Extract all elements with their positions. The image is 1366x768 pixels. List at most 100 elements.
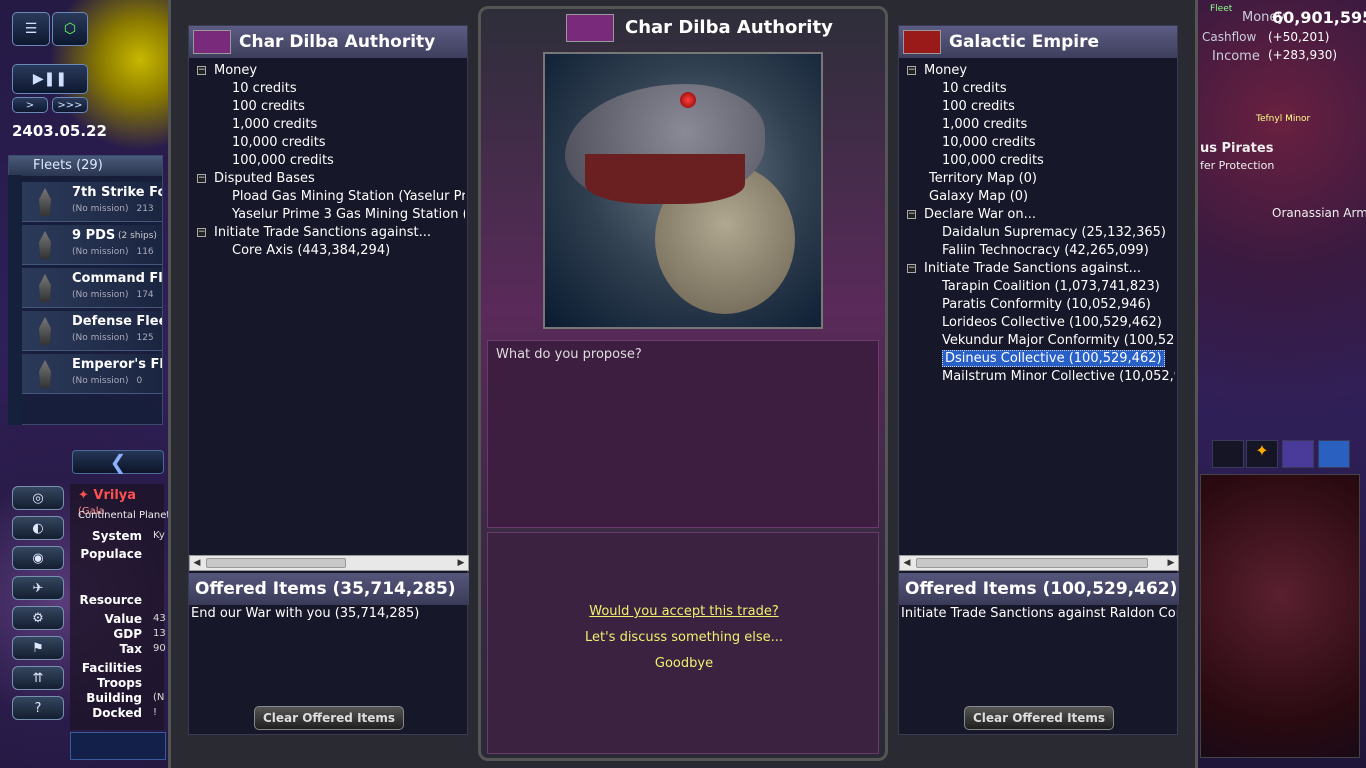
speed-slow-button[interactable]: > bbox=[12, 97, 48, 113]
planet-name-text: Vrilya bbox=[93, 488, 137, 503]
tree-item[interactable]: − Disputed Bases bbox=[197, 170, 315, 188]
tree-item[interactable]: 10 credits bbox=[232, 80, 297, 98]
tree-item[interactable]: 1,000 credits bbox=[232, 116, 317, 134]
tree-item-label: Faliin Technocracy (42,265,099) bbox=[942, 243, 1149, 258]
scroll-thumb[interactable] bbox=[206, 558, 346, 568]
map-label-pirates[interactable]: us Pirates bbox=[1200, 141, 1273, 156]
list-menu-icon[interactable]: ☰ bbox=[12, 12, 50, 46]
hex-help-icon[interactable]: ⬡ bbox=[52, 12, 88, 46]
tree-item[interactable]: Core Axis (443,384,294) bbox=[232, 242, 390, 260]
tree-item-label: 1,000 credits bbox=[942, 117, 1028, 132]
troops-icon[interactable]: ⇈ bbox=[12, 666, 64, 690]
tree-item[interactable]: 100,000 credits bbox=[232, 152, 334, 170]
tree-item[interactable]: Galaxy Map (0) bbox=[929, 188, 1028, 206]
their-tree-scrollbar[interactable]: ◀ ▶ bbox=[189, 555, 469, 571]
ship-view-icon[interactable]: ✈ bbox=[12, 576, 64, 600]
their-empire-title: Char Dilba Authority bbox=[239, 32, 436, 52]
collapse-toggle-icon[interactable]: − bbox=[907, 66, 916, 75]
tree-item[interactable]: Mailstrum Minor Collective (10,052,946) bbox=[942, 368, 1175, 386]
our-tree-scrollbar[interactable]: ◀ ▶ bbox=[899, 555, 1179, 571]
tree-item[interactable]: − Initiate Trade Sanctions against... bbox=[907, 260, 1141, 278]
tree-item[interactable]: − Initiate Trade Sanctions against... bbox=[197, 224, 431, 242]
scroll-left-icon[interactable]: ◀ bbox=[900, 556, 914, 570]
ship-icon bbox=[39, 360, 51, 388]
discuss-else-option[interactable]: Let's discuss something else... bbox=[488, 630, 880, 645]
tree-item[interactable]: Tarapin Coalition (1,073,741,823) bbox=[942, 278, 1160, 296]
tree-item[interactable]: Faliin Technocracy (42,265,099) bbox=[942, 242, 1149, 260]
fleet-mission-text: (No mission) bbox=[72, 204, 129, 214]
tree-item-label: 10 credits bbox=[232, 81, 297, 96]
minimap-tab-eye-icon[interactable] bbox=[1212, 440, 1244, 468]
tree-item[interactable]: Vekundur Major Conformity (100,529,46 bbox=[942, 332, 1175, 350]
fleet-row[interactable]: 9 PDS (No mission) 116 (2 ships) bbox=[22, 225, 162, 265]
tree-item[interactable]: Daidalun Supremacy (25,132,365) bbox=[942, 224, 1166, 242]
tree-item[interactable]: Pload Gas Mining Station (Yaselur Prime bbox=[232, 188, 465, 206]
map-label-tefnyl[interactable]: Tefnyl Minor bbox=[1256, 114, 1310, 124]
target-lock-icon[interactable]: ◎ bbox=[12, 486, 64, 510]
flag-icon[interactable]: ⚑ bbox=[12, 636, 64, 660]
their-items-tree[interactable]: − Money 10 credits 100 credits 1,000 credits… bbox=[193, 62, 465, 542]
fleet-filter-icons[interactable] bbox=[8, 175, 22, 425]
our-offered-item[interactable]: Initiate Trade Sanctions against Raldon … bbox=[901, 606, 1177, 621]
ship-icon bbox=[39, 231, 51, 259]
fleet-extra: 174 bbox=[136, 290, 154, 300]
eye-view-icon[interactable]: ◉ bbox=[12, 546, 64, 570]
tree-item[interactable]: Paratis Conformity (10,052,946) bbox=[942, 296, 1151, 314]
scroll-thumb[interactable] bbox=[916, 558, 1148, 568]
collapse-toggle-icon[interactable]: − bbox=[197, 228, 206, 237]
scroll-right-icon[interactable]: ▶ bbox=[454, 556, 468, 570]
minimap-tab-star-icon[interactable]: ✦ bbox=[1246, 440, 1278, 468]
planet-stat-value: 43 bbox=[153, 613, 166, 624]
tree-item[interactable]: 100 credits bbox=[232, 98, 305, 116]
cashflow-value: (+50,201) bbox=[1268, 30, 1330, 44]
their-clear-offered-button[interactable]: Clear Offered Items bbox=[254, 706, 404, 730]
fleet-extra: 116 bbox=[136, 247, 154, 257]
fleet-row[interactable]: Defense Fleet (No mission) 125 bbox=[22, 311, 162, 351]
speed-fast-button[interactable]: >>> bbox=[52, 97, 88, 113]
scroll-right-icon[interactable]: ▶ bbox=[1164, 556, 1178, 570]
fleet-name: Emperor's Fleet bbox=[72, 357, 162, 372]
planet-stat-value: Ky bbox=[153, 530, 165, 541]
tree-item[interactable]: 10 credits bbox=[942, 80, 1007, 98]
tree-item[interactable]: 100,000 credits bbox=[942, 152, 1044, 170]
collapse-toggle-icon[interactable]: − bbox=[907, 264, 916, 273]
fleet-mission-text: (No mission) bbox=[72, 333, 129, 343]
minimap-tab-nebula-icon[interactable] bbox=[1282, 440, 1314, 468]
play-pause-button[interactable]: ▶❚❚ bbox=[12, 64, 88, 94]
bottom-fleet-icons[interactable] bbox=[70, 732, 166, 760]
tree-item[interactable]: 10,000 credits bbox=[232, 134, 326, 152]
collapse-toggle-icon[interactable]: − bbox=[907, 210, 916, 219]
tree-item[interactable]: − Declare War on... bbox=[907, 206, 1036, 224]
collapse-toggle-icon[interactable]: − bbox=[197, 66, 206, 75]
minimap-tab-galaxy-icon[interactable] bbox=[1318, 440, 1350, 468]
fleet-row[interactable]: 7th Strike Force (No mission) 213 bbox=[22, 182, 162, 222]
tree-item[interactable]: 10,000 credits bbox=[942, 134, 1036, 152]
planet-toggle-icon[interactable]: ◐ bbox=[12, 516, 64, 540]
scroll-left-icon[interactable]: ◀ bbox=[190, 556, 204, 570]
help-icon[interactable]: ? bbox=[12, 696, 64, 720]
our-items-tree[interactable]: − Money 10 credits 100 credits 1,000 credits… bbox=[903, 62, 1175, 542]
tree-item[interactable]: − Money bbox=[907, 62, 967, 80]
collapse-toggle-icon[interactable]: − bbox=[197, 174, 206, 183]
proposal-box: What do you propose? bbox=[487, 340, 879, 528]
fleet-row[interactable]: Command Fleet (No mission) 174 bbox=[22, 268, 162, 308]
map-label-oranassian[interactable]: Oranassian Arm bbox=[1272, 206, 1366, 220]
planet-stat-label: System bbox=[92, 529, 142, 543]
our-clear-offered-button[interactable]: Clear Offered Items bbox=[964, 706, 1114, 730]
their-offered-item[interactable]: End our War with you (35,714,285) bbox=[191, 606, 467, 621]
collapse-back-button[interactable]: ❮ bbox=[72, 450, 164, 474]
tree-item[interactable]: 1,000 credits bbox=[942, 116, 1027, 134]
galaxy-minimap[interactable] bbox=[1200, 474, 1360, 758]
center-empire-flag-icon bbox=[566, 14, 614, 42]
fleets-header[interactable]: Fleets (29) bbox=[9, 156, 162, 176]
gear-icon[interactable]: ⚙ bbox=[12, 606, 64, 630]
tree-item[interactable]: Dsineus Collective (100,529,462) bbox=[942, 350, 1165, 368]
fleet-row[interactable]: Emperor's Fleet (No mission) 0 bbox=[22, 354, 162, 394]
tree-item[interactable]: 100 credits bbox=[942, 98, 1015, 116]
tree-item[interactable]: Lorideos Collective (100,529,462) bbox=[942, 314, 1162, 332]
goodbye-option[interactable]: Goodbye bbox=[488, 656, 880, 671]
tree-item[interactable]: Yaselur Prime 3 Gas Mining Station (Yas bbox=[232, 206, 465, 224]
accept-trade-option[interactable]: Would you accept this trade? bbox=[488, 604, 880, 619]
tree-item[interactable]: − Money bbox=[197, 62, 257, 80]
tree-item[interactable]: Territory Map (0) bbox=[929, 170, 1037, 188]
